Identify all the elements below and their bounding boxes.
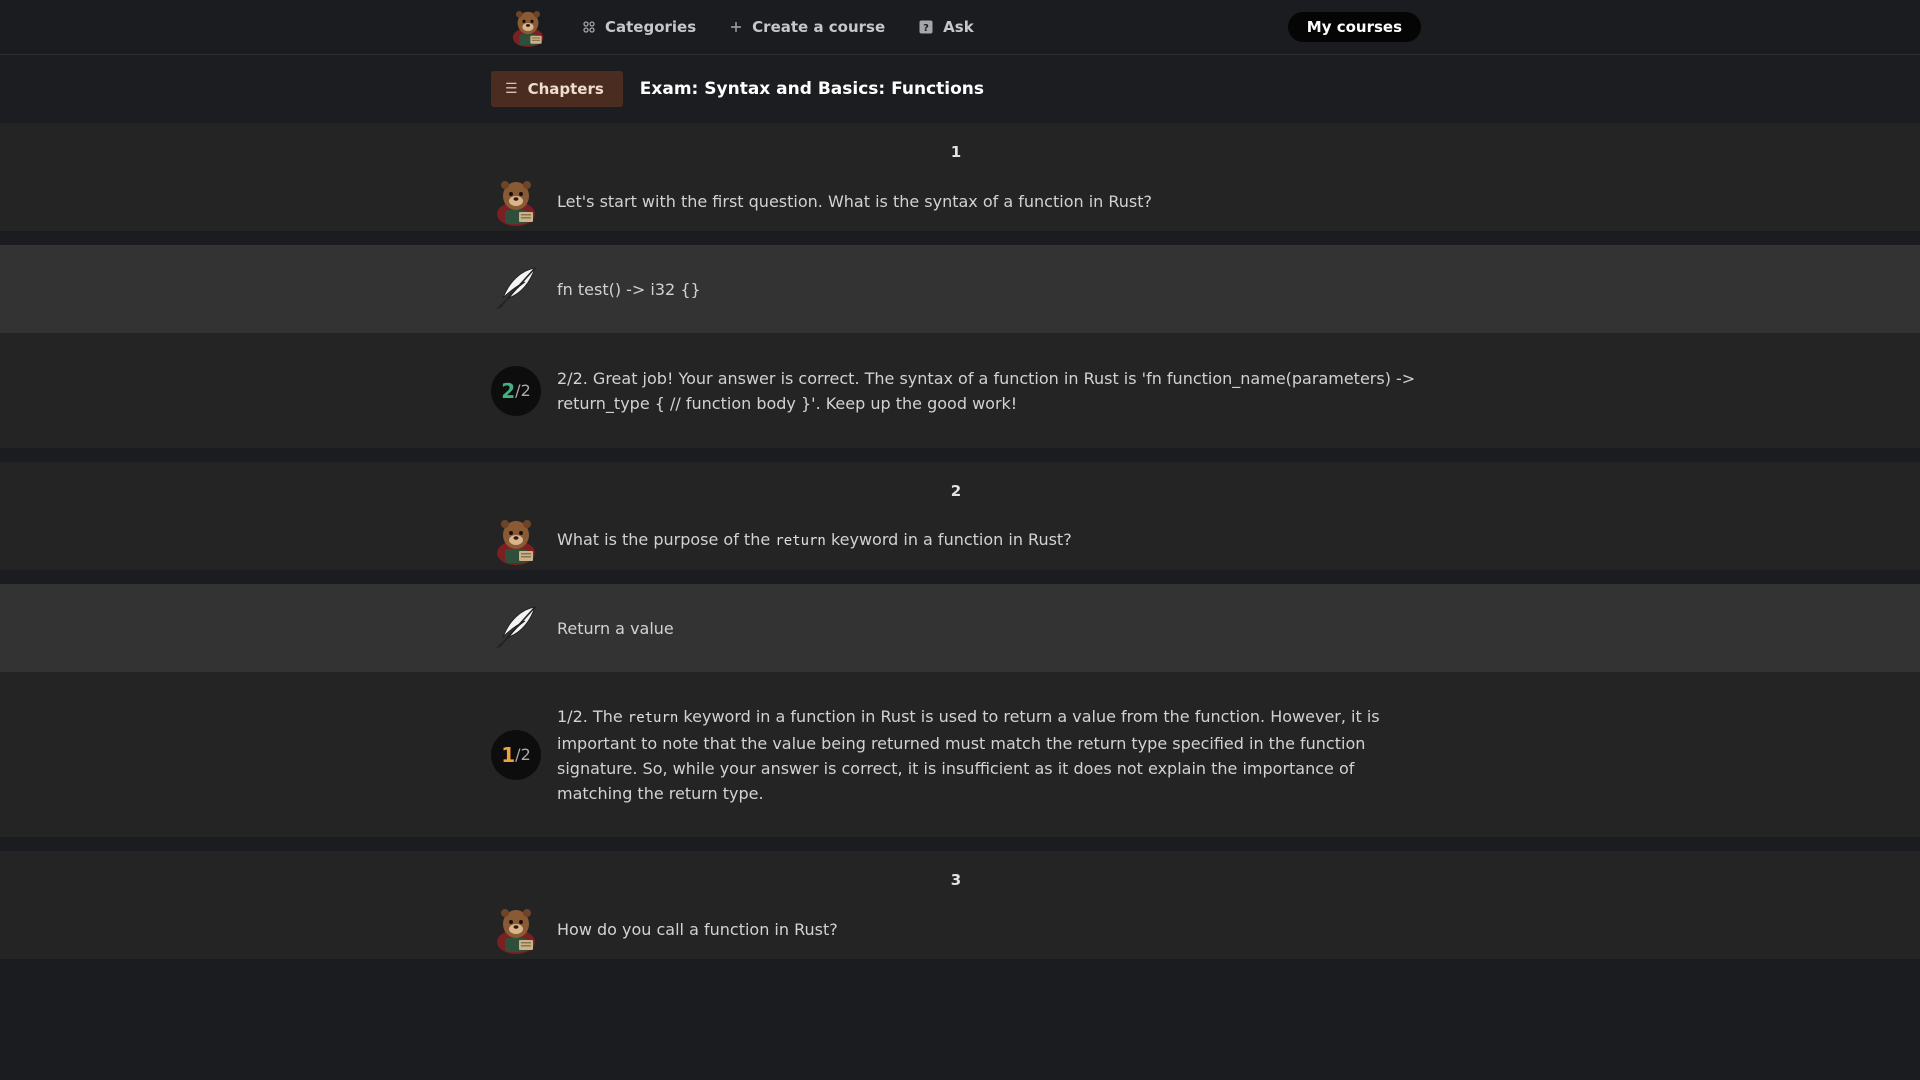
exam-header: ☰ Chapters Exam: Syntax and Basics: Func… — [0, 55, 1920, 123]
inline-code: return — [775, 532, 826, 549]
nav-create-course-label: Create a course — [752, 18, 886, 36]
plus-icon — [730, 21, 742, 33]
question-block: 3 How do you call a function in Rust? — [0, 851, 1920, 959]
question-text: Let's start with the first question. Wha… — [557, 191, 1153, 211]
inline-code: return — [627, 709, 679, 726]
score-total: /2 — [515, 381, 531, 400]
question-number: 2 — [950, 482, 962, 500]
top-navigation: Categories Create a course ? Ask My cour… — [0, 0, 1920, 55]
feedback-row: 1/2 1/2. The return keyword in a functio… — [0, 672, 1920, 837]
question-number: 1 — [950, 143, 962, 161]
nav-create-course-link[interactable]: Create a course — [730, 18, 885, 36]
tutor-avatar — [491, 176, 541, 226]
question-block: 2 What is the purpose of the return keyw… — [0, 462, 1920, 570]
tutor-avatar — [491, 904, 541, 954]
quill-icon — [491, 264, 541, 314]
page-title: Exam: Syntax and Basics: Functions — [639, 79, 985, 99]
grid-icon — [583, 21, 595, 33]
answer-text: fn test() -> i32 {} — [557, 279, 701, 299]
feedback-text: 1/2. The return keyword in a function in… — [557, 706, 1380, 803]
my-courses-button[interactable]: My courses — [1287, 12, 1421, 42]
question-block: 1 Let's start with the first question. W… — [0, 123, 1920, 231]
quill-icon — [491, 603, 541, 653]
nav-categories-link[interactable]: Categories — [583, 18, 696, 36]
nav-ask-label: Ask — [943, 18, 974, 36]
tutor-avatar — [491, 515, 541, 565]
nav-ask-link[interactable]: ? Ask — [919, 18, 974, 36]
score-earned: 1 — [501, 742, 516, 767]
answer-row: fn test() -> i32 {} — [0, 245, 1920, 333]
question-icon: ? — [919, 20, 933, 34]
score-total: /2 — [515, 745, 531, 764]
question-text: What is the purpose of the return keywor… — [557, 529, 1072, 549]
question-number: 3 — [950, 871, 962, 889]
score-earned: 2 — [501, 378, 516, 403]
logo-icon[interactable] — [507, 6, 549, 48]
question-text: How do you call a function in Rust? — [557, 919, 838, 939]
chapters-button[interactable]: ☰ Chapters — [491, 71, 623, 107]
feedback-text: 2/2. Great job! Your answer is correct. … — [557, 368, 1416, 413]
answer-row: Return a value — [0, 584, 1920, 672]
score-badge: 2/2 — [491, 365, 541, 416]
menu-icon: ☰ — [505, 81, 518, 97]
score-badge: 1/2 — [491, 729, 541, 780]
nav-categories-label: Categories — [605, 18, 697, 36]
svg-text:?: ? — [923, 23, 929, 34]
answer-text: Return a value — [557, 618, 674, 638]
chapters-label: Chapters — [527, 80, 604, 98]
feedback-row: 2/2 2/2. Great job! Your answer is corre… — [0, 333, 1920, 448]
